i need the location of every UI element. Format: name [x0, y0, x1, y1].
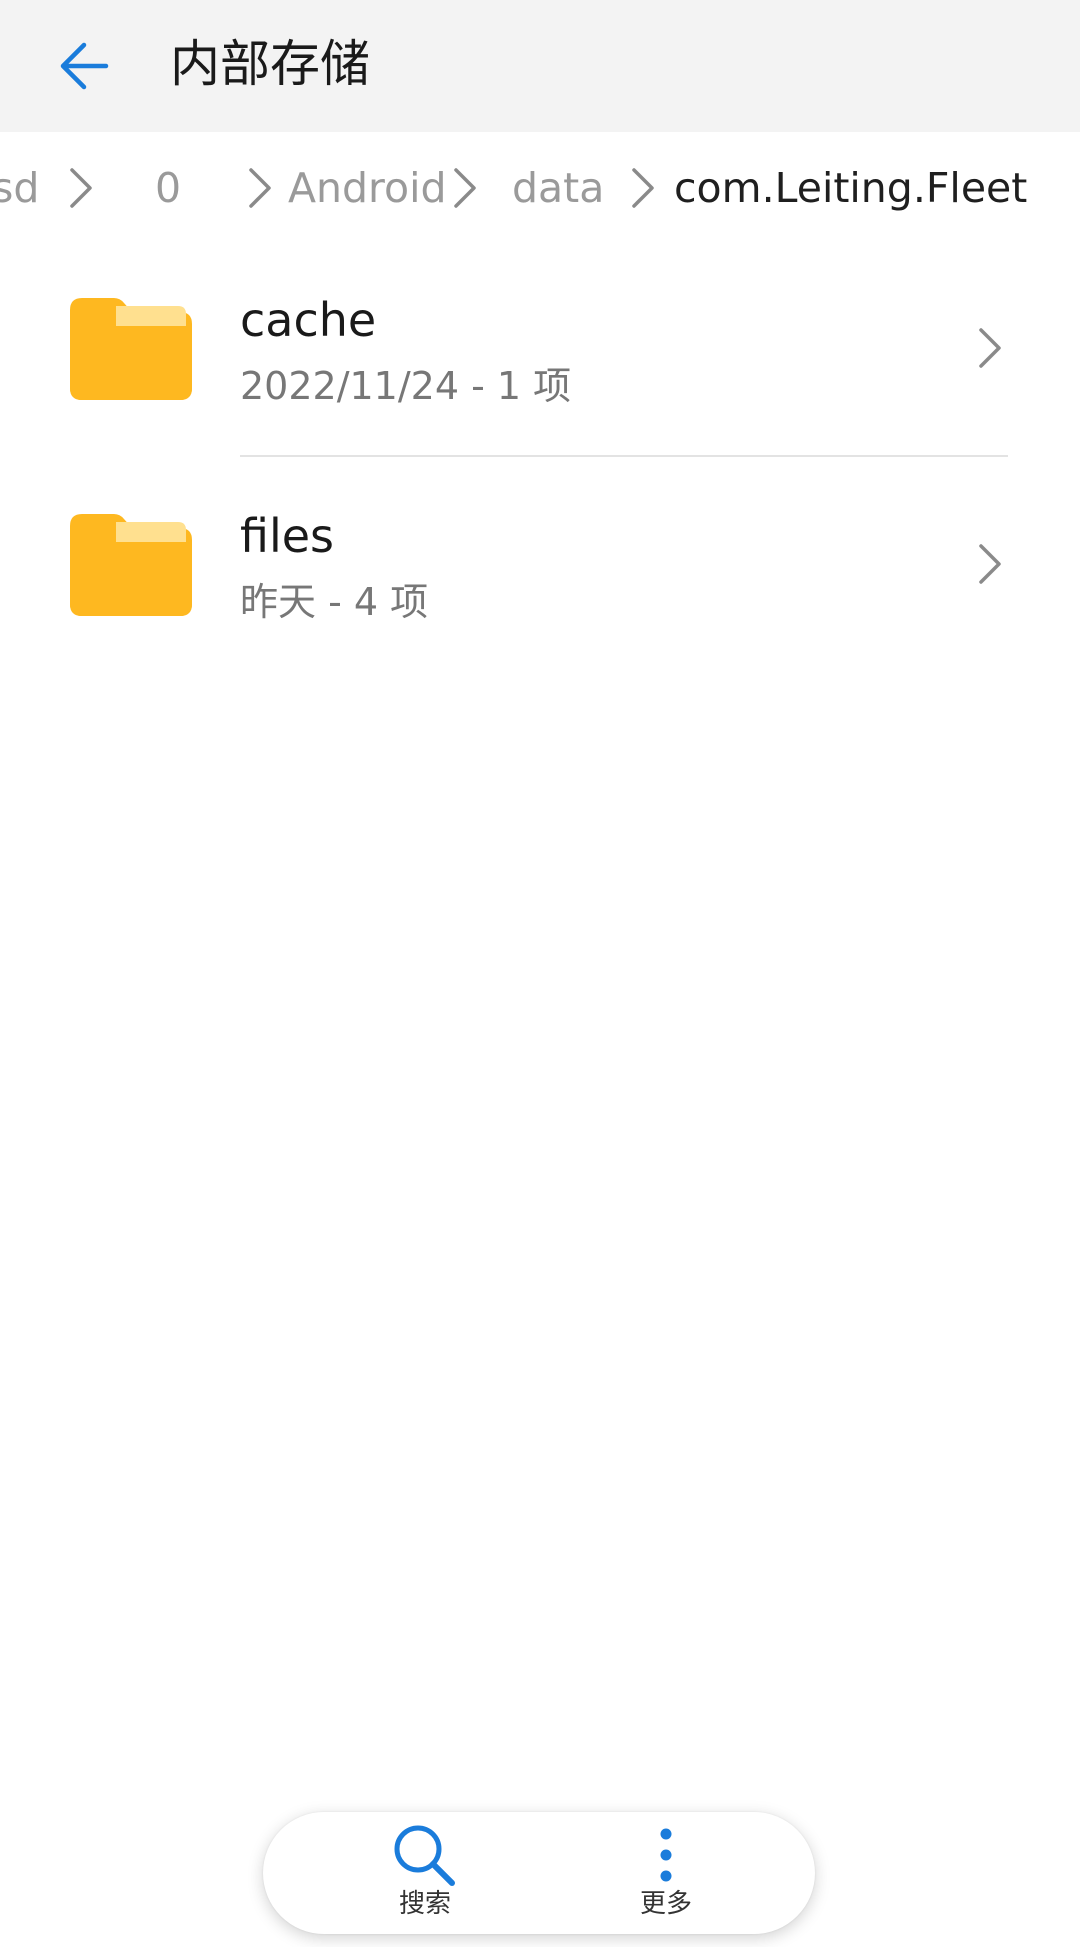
- folder-icon: [70, 298, 192, 400]
- chevron-right-icon: [249, 168, 271, 208]
- chevron-right-icon: [70, 168, 92, 208]
- breadcrumb-item-sd[interactable]: sd: [0, 158, 39, 218]
- divider: [240, 455, 1008, 457]
- file-name: cache: [240, 293, 377, 347]
- file-manager-screen: 内部存储 sd 0 Android data com.Leiting.Fleet…: [0, 0, 1080, 1947]
- more-button[interactable]: 更多: [586, 1818, 746, 1928]
- chevron-right-icon: [454, 168, 476, 208]
- breadcrumb: sd 0 Android data com.Leiting.Fleet: [0, 150, 1080, 230]
- breadcrumb-item-0[interactable]: 0: [155, 158, 181, 218]
- arrow-left-icon: [60, 42, 109, 90]
- more-label: 更多: [639, 1889, 692, 1919]
- search-label: 搜索: [398, 1889, 451, 1919]
- file-meta: 昨天 - 4 项: [240, 580, 429, 624]
- folder-icon: [70, 514, 192, 616]
- chevron-right-icon: [979, 544, 1001, 584]
- file-name: files: [240, 509, 335, 563]
- file-meta: 2022/11/24 - 1 项: [240, 364, 572, 408]
- app-header: 内部存储: [0, 0, 1080, 132]
- bottom-toolbar: 搜索 更多: [263, 1812, 815, 1934]
- chevron-right-icon: [632, 168, 654, 208]
- more-vertical-icon: [660, 1828, 672, 1882]
- breadcrumb-item-current[interactable]: com.Leiting.Fleet: [674, 158, 1027, 218]
- page-title: 内部存储: [170, 35, 370, 93]
- back-button[interactable]: [40, 22, 128, 110]
- breadcrumb-item-data[interactable]: data: [512, 158, 604, 218]
- list-item-files[interactable]: files 昨天 - 4 项: [0, 480, 1080, 696]
- list-item-cache[interactable]: cache 2022/11/24 - 1 项: [0, 264, 1080, 480]
- breadcrumb-item-android[interactable]: Android: [288, 158, 447, 218]
- search-button[interactable]: 搜索: [345, 1818, 505, 1928]
- search-icon: [394, 1825, 455, 1886]
- chevron-right-icon: [979, 328, 1001, 368]
